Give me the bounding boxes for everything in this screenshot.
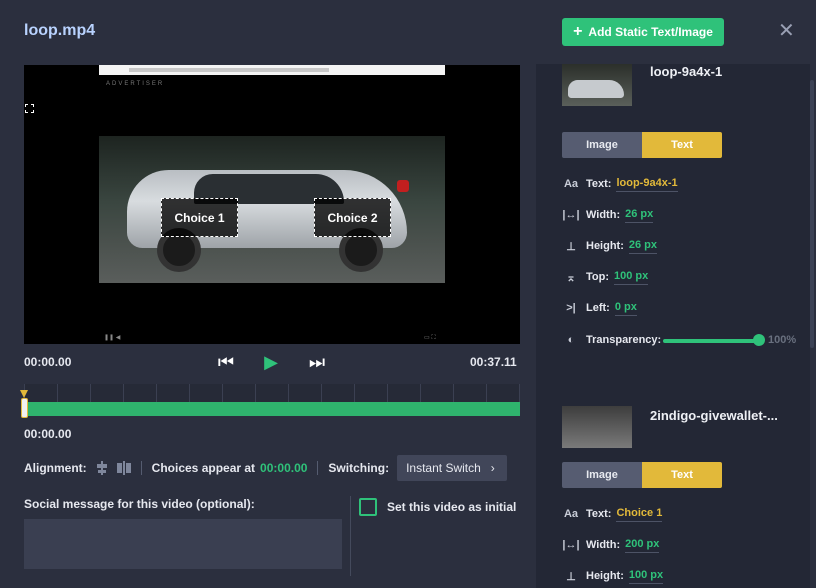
transparency-slider-knob[interactable]: [753, 334, 765, 346]
header: loop.mp4 + Add Static Text/Image ✕: [0, 0, 816, 64]
switching-label: Switching:: [328, 461, 390, 475]
prop-width: |↔| Width: 200 px: [562, 534, 660, 556]
timeline-ruler[interactable]: [24, 384, 520, 402]
prop-top: ⌅ Top: 100 px: [562, 266, 649, 288]
element-thumbnail: [562, 406, 632, 448]
top-icon: ⌅: [566, 271, 576, 284]
element-title: 2indigo-givewallet-...: [650, 408, 778, 423]
options-row: Alignment: Choices appear at 00:00.00 Sw…: [24, 455, 520, 481]
choice-1-overlay[interactable]: Choice 1: [161, 198, 238, 237]
video-preview[interactable]: ADVERTISER Choice 1 Choice 2 ❚❚ ◀ ▭ ⛶: [24, 65, 520, 344]
social-message-label: Social message for this video (optional)…: [24, 497, 255, 511]
element-thumbnail: [562, 64, 632, 106]
play-icon[interactable]: ▶: [260, 351, 282, 373]
prop-label: Height:: [586, 240, 624, 252]
transparency-icon: ◐: [567, 334, 575, 346]
prop-label: Top:: [586, 271, 610, 283]
social-message-input[interactable]: [24, 519, 342, 569]
width-input[interactable]: 200 px: [625, 538, 660, 553]
plus-icon: +: [573, 23, 583, 40]
image-text-toggle[interactable]: Image Text: [562, 462, 722, 488]
width-icon: |↔|: [562, 209, 580, 221]
left-input[interactable]: 0 px: [614, 301, 637, 316]
divider: [317, 461, 319, 475]
selection-box[interactable]: [25, 104, 34, 113]
height-icon: ⊥: [566, 240, 576, 253]
text-value-input[interactable]: Choice 1: [616, 507, 663, 522]
skip-next-icon[interactable]: ⏭: [306, 351, 328, 373]
toggle-text[interactable]: Text: [642, 132, 722, 158]
height-icon: ⊥: [566, 570, 576, 583]
prop-transparency: ◐ Transparency:: [562, 329, 662, 351]
divider: [140, 461, 142, 475]
panel-scrollbar[interactable]: [810, 80, 814, 348]
prop-text: Aa Text: loop-9a4x-1: [562, 173, 678, 195]
chevron-right-icon: ›: [490, 461, 495, 475]
prop-left: >| Left: 0 px: [562, 297, 637, 319]
prop-label: Height:: [586, 570, 624, 582]
add-button-label: Add Static Text/Image: [588, 25, 713, 39]
image-text-toggle[interactable]: Image Text: [562, 132, 722, 158]
page-title: loop.mp4: [24, 22, 96, 39]
height-input[interactable]: 100 px: [628, 569, 664, 584]
top-input[interactable]: 100 px: [614, 270, 649, 285]
prop-label: Transparency:: [586, 334, 662, 346]
embedded-video-controls: ❚❚ ◀ ▭ ⛶: [104, 335, 436, 341]
choice-2-overlay[interactable]: Choice 2: [314, 198, 391, 237]
prop-label: Text:: [586, 178, 612, 190]
prop-text: Aa Text: Choice 1: [562, 503, 663, 525]
prop-label: Left:: [586, 302, 610, 314]
text-value-input[interactable]: loop-9a4x-1: [616, 177, 678, 192]
toggle-text[interactable]: Text: [642, 462, 722, 488]
width-input[interactable]: 26 px: [625, 208, 654, 223]
timeline-time: 00:00.00: [24, 427, 72, 441]
left-icon: >|: [566, 302, 576, 314]
transparency-value: 100%: [768, 334, 797, 346]
initial-video-label: Set this video as initial: [387, 500, 517, 514]
font-icon: Aa: [563, 508, 579, 520]
transparency-slider[interactable]: [663, 339, 759, 343]
initial-video-checkbox[interactable]: [359, 498, 377, 516]
align-sides-icon[interactable]: [116, 461, 131, 475]
playhead-handle[interactable]: [21, 398, 28, 418]
toggle-image[interactable]: Image: [562, 132, 642, 158]
align-center-icon[interactable]: [95, 461, 109, 475]
toggle-image[interactable]: Image: [562, 462, 642, 488]
prop-label: Text:: [586, 508, 612, 520]
choices-appear-value[interactable]: 00:00.00: [260, 461, 307, 475]
prop-height: ⊥ Height: 26 px: [562, 235, 658, 257]
switching-value: Instant Switch: [406, 461, 481, 475]
prop-label: Width:: [586, 539, 621, 551]
video-brand: ADVERTISER: [106, 81, 165, 87]
add-static-text-image-button[interactable]: + Add Static Text/Image: [562, 18, 724, 46]
switching-select[interactable]: Instant Switch ›: [397, 455, 508, 481]
browser-bar: [99, 65, 445, 75]
choices-appear-label: Choices appear at: [151, 461, 256, 475]
playhead-marker: [20, 390, 28, 398]
prop-height: ⊥ Height: 100 px: [562, 565, 664, 587]
close-icon[interactable]: ✕: [778, 21, 795, 41]
car-image: [99, 136, 445, 283]
element-title: loop-9a4x-1: [650, 64, 723, 79]
current-time: 00:00.00: [24, 355, 72, 369]
font-icon: Aa: [563, 178, 579, 190]
total-time: 00:37.11: [470, 355, 517, 369]
width-icon: |↔|: [562, 539, 580, 551]
skip-previous-icon[interactable]: ⏮: [215, 351, 237, 373]
divider: [350, 496, 351, 576]
alignment-label: Alignment:: [24, 461, 87, 475]
prop-label: Width:: [586, 209, 621, 221]
height-input[interactable]: 26 px: [628, 239, 658, 254]
prop-width: |↔| Width: 26 px: [562, 204, 654, 226]
timeline-track[interactable]: [24, 402, 520, 416]
static-elements-panel: loop-9a4x-1 Image Text Aa Text: loop-9a4…: [536, 64, 810, 588]
